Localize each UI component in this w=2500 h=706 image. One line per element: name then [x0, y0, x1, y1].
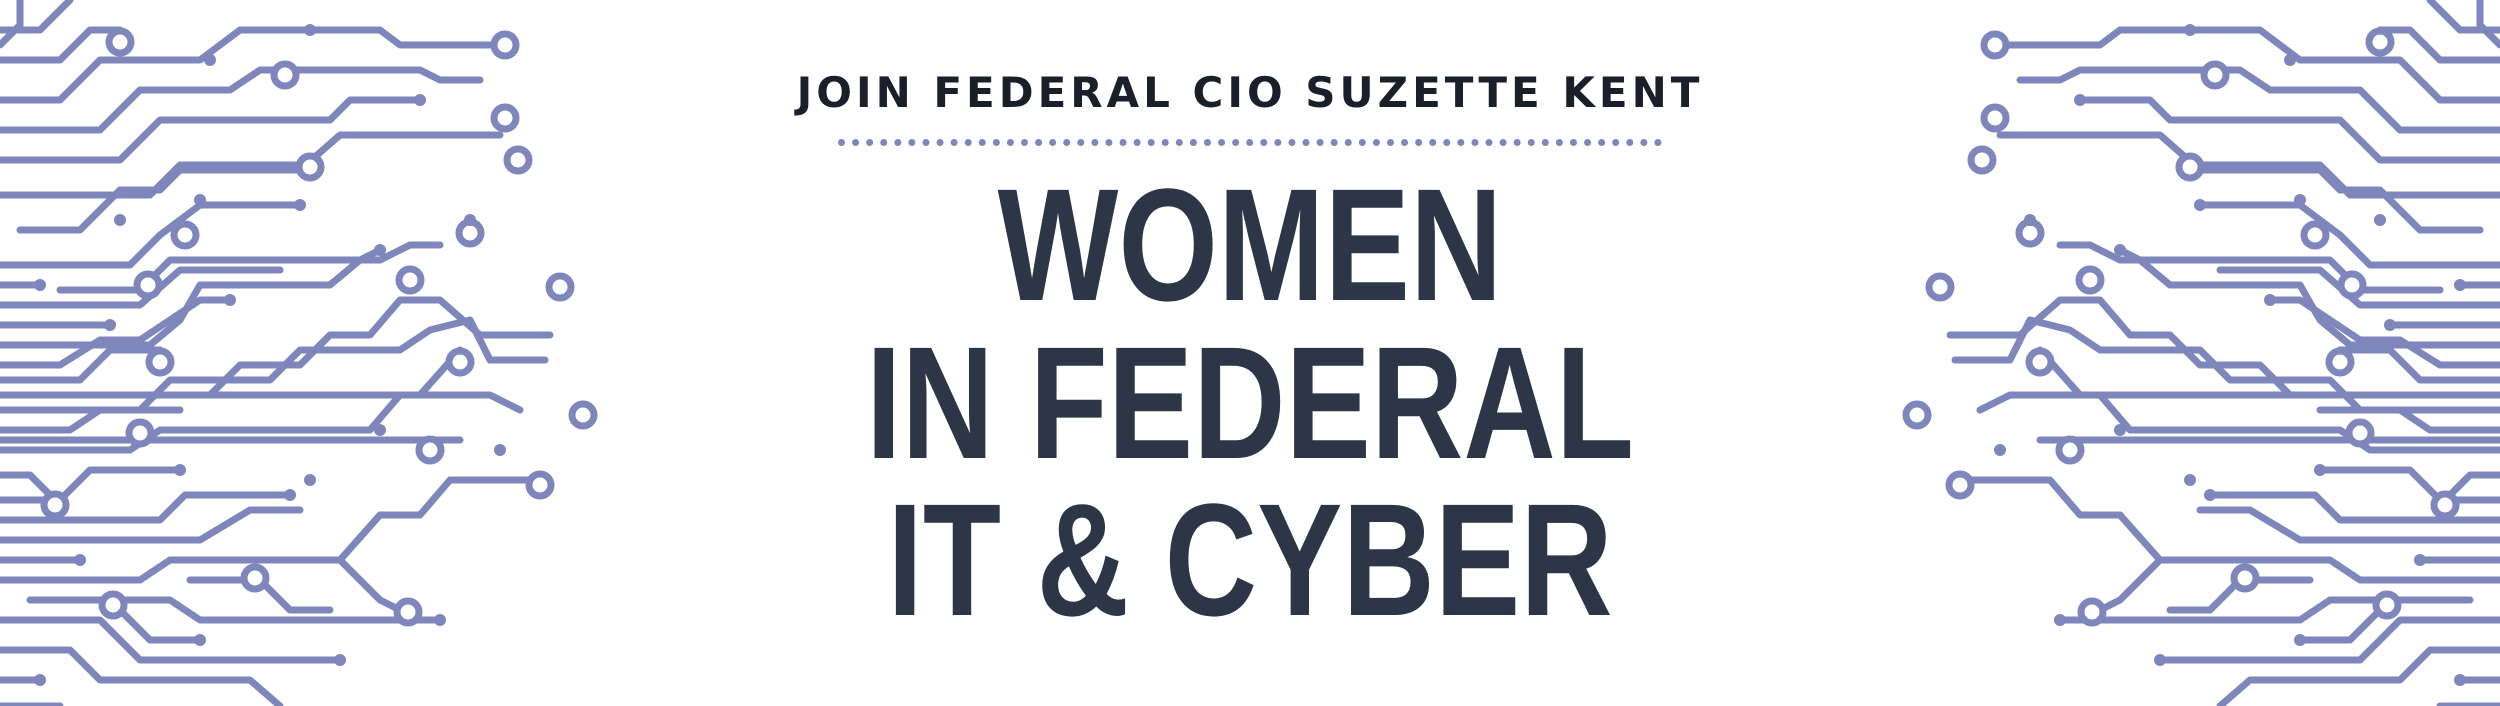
banner-title-line-3: IT & CYBER	[887, 470, 1613, 649]
banner-title-line-1: WOMEN	[997, 155, 1503, 334]
dotted-divider	[838, 139, 1662, 146]
event-banner: JOIN FEDERAL CIO SUZETTE KENT WOMEN IN F…	[0, 0, 2500, 706]
banner-subtitle: JOIN FEDERAL CIO SUZETTE KENT	[796, 68, 1704, 117]
banner-title-line-2: IN FEDERAL	[866, 313, 1634, 492]
banner-text-block: JOIN FEDERAL CIO SUZETTE KENT WOMEN IN F…	[750, 0, 1750, 706]
circuit-board-decoration-left	[0, 0, 598, 706]
circuit-board-decoration-right	[1902, 0, 2500, 706]
